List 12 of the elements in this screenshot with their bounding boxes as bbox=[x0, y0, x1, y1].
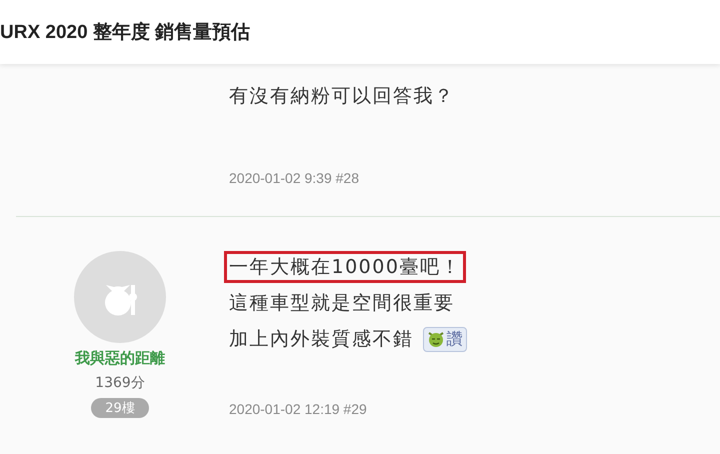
post-timestamp: 2020-01-02 9:39 #28 bbox=[229, 170, 360, 186]
post-text: 加上內外裝質感不錯 bbox=[228, 327, 414, 352]
author-name[interactable]: 我與惡的距離 bbox=[75, 349, 165, 368]
like-sticker: 讚 bbox=[422, 326, 466, 352]
author-points: 1369分 bbox=[95, 374, 145, 392]
smiley-icon bbox=[426, 330, 444, 348]
post-text: 這種車型就是空間很重要 bbox=[228, 291, 456, 316]
floor-badge: 29樓 bbox=[91, 398, 149, 418]
post-text: 一年大概在10000臺吧！ bbox=[224, 251, 466, 283]
thread-title: URX 2020 整年度 銷售量預估 bbox=[0, 20, 250, 45]
post-text: 有沒有納粉可以回答我？ bbox=[228, 84, 456, 109]
post-timestamp: 2020-01-02 12:19 #29 bbox=[229, 401, 368, 417]
